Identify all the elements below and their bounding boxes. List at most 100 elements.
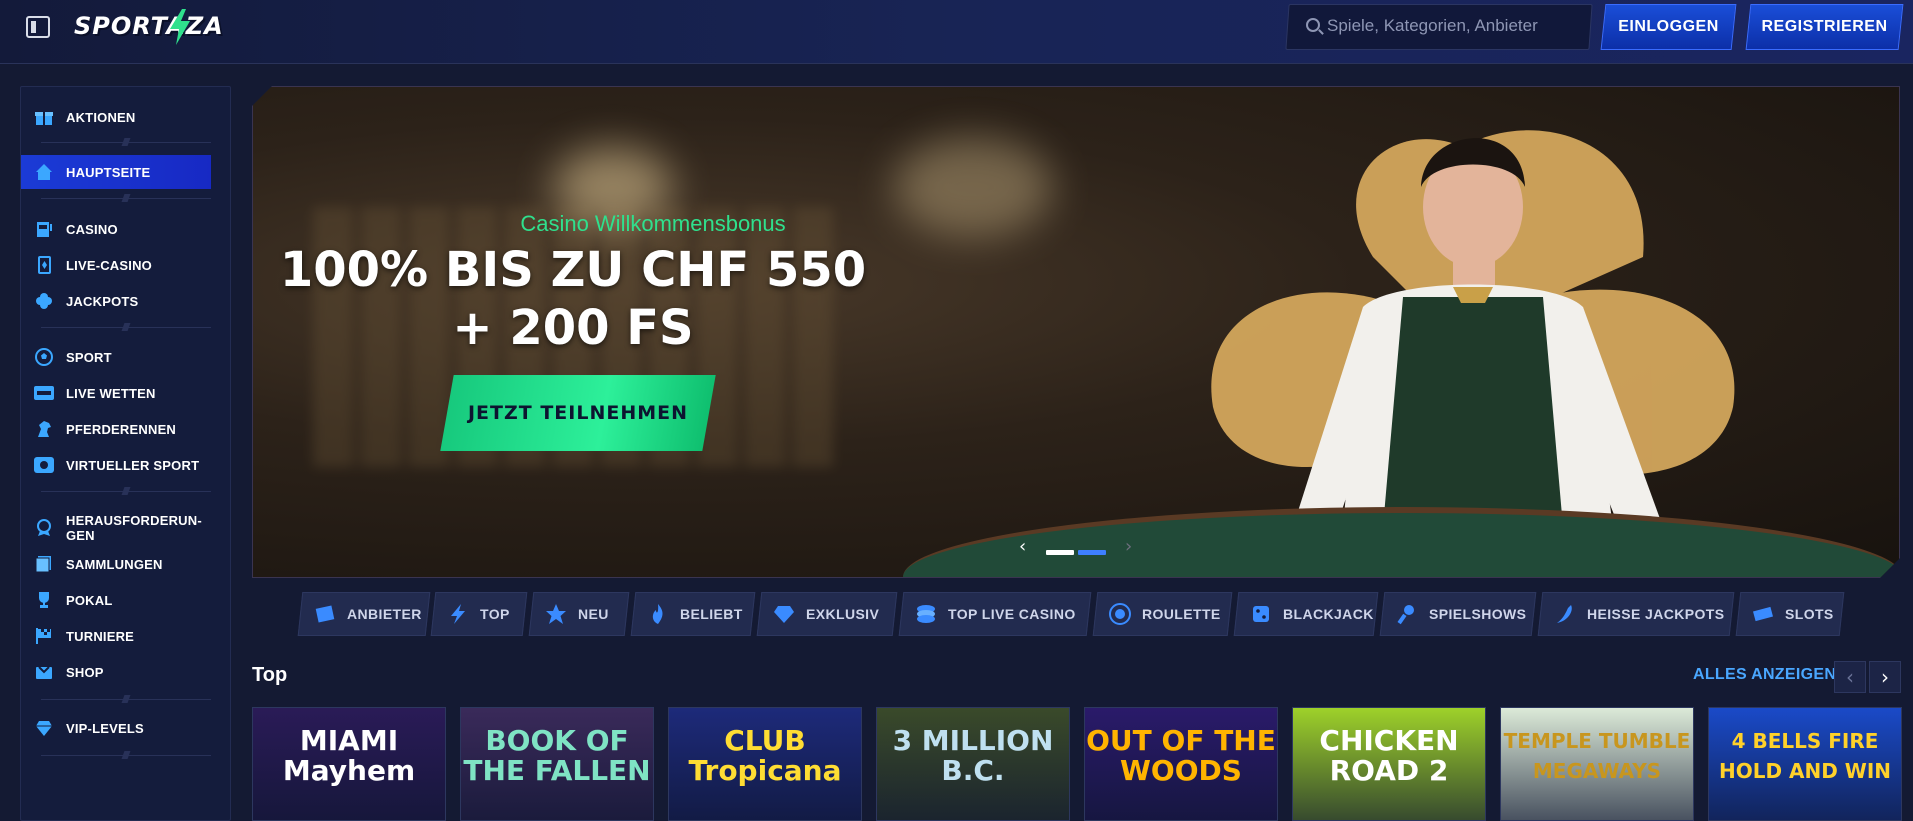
sidebar-item-pferderennen[interactable]: PFERDERENNEN [21, 412, 211, 446]
hero-next-arrow-icon[interactable]: › [1125, 539, 1139, 555]
category-spielshows[interactable]: SPIELSHOWS [1379, 592, 1537, 636]
search-icon [1306, 18, 1320, 32]
dice-icon [1249, 602, 1273, 626]
category-label: HEISSE JACKPOTS [1587, 606, 1725, 622]
sidebar-item-virtueller-sport[interactable]: VIRTUELLER SPORT [21, 448, 211, 482]
game-title: MIAMI Mayhem [282, 724, 416, 787]
category-heisse-jackpots[interactable]: HEISSE JACKPOTS [1537, 592, 1735, 636]
horse-icon [34, 420, 54, 438]
sidebar-item-shop[interactable]: SHOP [21, 655, 211, 689]
category-exklusiv[interactable]: EXKLUSIV [756, 592, 898, 636]
see-all-link[interactable]: ALLES ANZEIGEN [1693, 666, 1836, 684]
chili-icon [1553, 602, 1577, 626]
sidebar-item-label: PFERDERENNEN [66, 421, 177, 437]
game-tile[interactable]: CHICKEN ROAD 2 [1292, 707, 1486, 821]
category-label: NEU [578, 606, 609, 622]
game-tile[interactable]: BOOK OF THE FALLEN [460, 707, 654, 821]
game-title: CHICKEN ROAD 2 [1319, 724, 1459, 787]
divider [41, 142, 211, 143]
divider [41, 491, 211, 492]
game-tile[interactable]: CLUB Tropicana [668, 707, 862, 821]
sidebar-item-pokal[interactable]: POKAL [21, 583, 211, 617]
category-slots[interactable]: SLOTS [1735, 592, 1845, 636]
sidebar-item-label: VIRTUELLER SPORT [66, 457, 200, 473]
lightning-icon [446, 602, 470, 626]
category-top[interactable]: TOP [430, 592, 528, 636]
category-anbieter[interactable]: ANBIETER [297, 592, 431, 636]
sidebar-item-label: SPORT [66, 349, 112, 365]
sidebar-item-live-casino[interactable]: LIVE-CASINO [21, 248, 211, 282]
sidebar-item-jackpots[interactable]: JACKPOTS [21, 284, 211, 318]
game-title: OUT OF THE WOODS [1086, 724, 1276, 787]
virtual-sport-icon [34, 456, 54, 474]
game-tile[interactable]: OUT OF THE WOODS [1084, 707, 1278, 821]
category-top-live-casino[interactable]: TOP LIVE CASINO [898, 592, 1092, 636]
login-button[interactable]: EINLOGGEN [1600, 4, 1737, 50]
carousel-prev-icon[interactable]: ‹ [1834, 661, 1866, 693]
category-roulette[interactable]: ROULETTE [1092, 592, 1233, 636]
join-now-button[interactable]: JETZT TEILNEHMEN [440, 375, 715, 451]
sidebar-item-hauptseite[interactable]: HAUPTSEITE [21, 155, 211, 189]
category-neu[interactable]: NEU [528, 592, 630, 636]
game-title: TEMPLE TUMBLE MEGAWAYS [1503, 729, 1691, 783]
logo-bolt-icon [170, 9, 190, 45]
category-label: SPIELSHOWS [1429, 606, 1527, 622]
divider [41, 198, 211, 199]
roulette-icon [1108, 602, 1132, 626]
login-label: EINLOGGEN [1618, 18, 1719, 35]
sidebar-item-label: JACKPOTS [66, 293, 139, 309]
sidebar-item-label: VIP-LEVELS [66, 720, 144, 736]
register-button[interactable]: REGISTRIEREN [1745, 4, 1904, 50]
sidebar-item-label: TURNIERE [66, 628, 135, 644]
game-title: BOOK OF THE FALLEN [463, 724, 651, 787]
sidebar-item-herausforderungen[interactable]: HERAUSFORDERUN-GEN [21, 508, 211, 548]
game-tile[interactable]: MIAMI Mayhem [252, 707, 446, 821]
sidebar-toggle-icon[interactable] [26, 16, 50, 38]
sidebar-item-casino[interactable]: CASINO [21, 212, 211, 246]
gift-icon [34, 108, 54, 126]
section-title: Top [252, 664, 288, 686]
microphone-icon [1395, 602, 1419, 626]
clover-icon [34, 292, 54, 310]
search-input[interactable] [1327, 14, 1577, 38]
sidebar-item-vip-levels[interactable]: VIP-LEVELS [21, 711, 211, 745]
trophy-icon [34, 591, 54, 609]
challenge-icon [34, 519, 54, 537]
sidebar-item-label: SAMMLUNGEN [66, 556, 163, 572]
sidebar-item-live-wetten[interactable]: LIVE WETTEN [21, 376, 211, 410]
game-title: 3 MILLION B.C. [892, 724, 1054, 787]
slide-indicator[interactable] [1046, 550, 1074, 555]
hero-subtitle: Casino Willkommensbonus [520, 211, 786, 236]
hero-banner[interactable]: Casino Willkommensbonus 100% BIS ZU CHF … [252, 86, 1900, 578]
home-icon [34, 163, 54, 181]
card-icon [34, 256, 54, 274]
hero-title: 100% BIS ZU CHF 550 + 200 FS [279, 242, 867, 356]
category-label: TOP [480, 606, 510, 622]
game-tile[interactable]: 4 BELLS FIRE HOLD AND WIN [1708, 707, 1902, 821]
category-label: ANBIETER [347, 606, 422, 622]
game-tile[interactable]: TEMPLE TUMBLE MEGAWAYS [1500, 707, 1694, 821]
category-label: SLOTS [1785, 606, 1834, 622]
slide-indicator[interactable] [1078, 550, 1106, 555]
sidebar-item-sport[interactable]: SPORT [21, 340, 211, 374]
sidebar-item-sammlungen[interactable]: SAMMLUNGEN [21, 547, 211, 581]
divider [41, 699, 211, 700]
sidebar-item-aktionen[interactable]: AKTIONEN [21, 100, 211, 134]
hero-prev-arrow-icon[interactable]: ‹ [1019, 539, 1033, 555]
sidebar-item-label: AKTIONEN [66, 109, 136, 125]
category-label: BELIEBT [680, 606, 743, 622]
carousel-next-icon[interactable]: › [1869, 661, 1901, 693]
divider [41, 755, 211, 756]
logo[interactable]: SPORTAZA [74, 12, 224, 40]
game-title: CLUB Tropicana [688, 724, 842, 787]
sidebar-item-turniere[interactable]: TURNIERE [21, 619, 211, 653]
live-badge-icon [34, 384, 54, 402]
flag-icon [34, 627, 54, 645]
game-tile[interactable]: 3 MILLION B.C. [876, 707, 1070, 821]
diamond-icon [34, 719, 54, 737]
category-label: TOP LIVE CASINO [948, 606, 1076, 622]
star-icon [544, 602, 568, 626]
game-title: 4 BELLS FIRE HOLD AND WIN [1718, 729, 1892, 783]
category-beliebt[interactable]: BELIEBT [630, 592, 756, 636]
category-blackjack[interactable]: BLACKJACK [1233, 592, 1379, 636]
